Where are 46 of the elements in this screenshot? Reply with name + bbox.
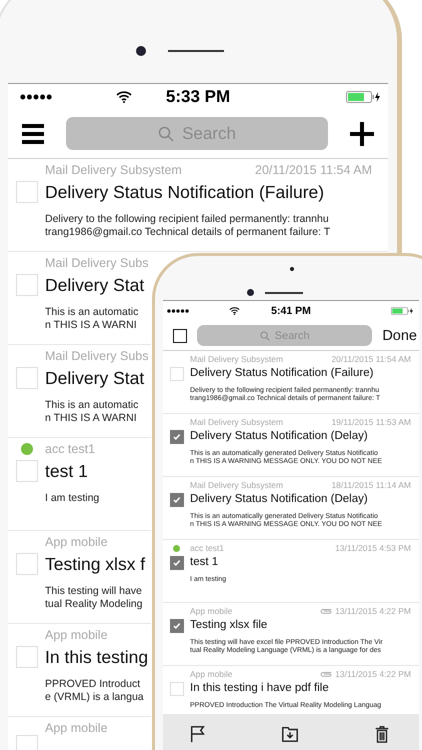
message-date: 13/11/2015 4:22 PM [335, 669, 411, 679]
sender-name: App mobile [190, 606, 233, 616]
message-subject: Delivery Stat [45, 366, 144, 390]
sender-name: Mail Delivery Subsystem [190, 354, 284, 364]
sender-name: Mail Delivery Subsystem [190, 480, 284, 490]
sender-name: Mail Delivery Subsystem [45, 162, 182, 177]
sender-name: Mail Delivery Subsystem [190, 417, 284, 427]
message-row[interactable]: acc test1 test 1 I am testing [8, 438, 151, 531]
message-subject: Delivery Status Notification (Failure) [45, 180, 324, 204]
message-subject: test 1 [190, 555, 218, 570]
message-preview: Delivery to the following recipient failed permanently: trannhu trang1986@gmail.co Technical details of permanent failure: T [45, 212, 330, 238]
status-time: 5:41 PM [271, 305, 311, 317]
message-date: 20/11/2015 11:54 AM [255, 162, 372, 177]
message-date: 18/11/2015 11:14 AM [331, 480, 411, 490]
message-subject: Testing xlsx f [45, 552, 146, 576]
sender-name: Mail Delivery Subs [45, 256, 149, 270]
sender-name: App mobile [45, 534, 108, 549]
sender-name: acc test1 [190, 543, 224, 553]
message-subject: Delivery Stat [45, 274, 144, 297]
status-time: 5:33 PM [166, 86, 230, 107]
message-date: 20/11/2015 11:54 AM [331, 354, 411, 364]
sender-name: Mail Delivery Subs [45, 348, 149, 363]
message-preview: This is an automatic n THIS IS A WARNI [45, 398, 138, 424]
message-preview: I am testing [45, 492, 100, 505]
message-preview: PPROVED Introduct e (VRML) is a langua [45, 678, 144, 704]
message-subject: In this testing [45, 646, 148, 669]
message-row[interactable]: App mobile In this testing PPROVED Introduct e (VRML) is a langua [8, 624, 151, 717]
message-preview: This testing will have tual Reality Modeling [45, 584, 142, 610]
message-date: 19/11/2015 11:53 AM [331, 417, 411, 427]
message-row[interactable]: Mail Delivery Subs Delivery Stat This is an automatic n THIS IS A WARNI [8, 344, 151, 438]
done-button[interactable]: Done [382, 328, 417, 344]
message-date: 13/11/2015 4:53 PM [335, 543, 411, 553]
sender-name: App mobile [45, 720, 108, 735]
message-row[interactable]: App mobile Testing xlsx f This testing will have tual Reality Modeling [8, 530, 151, 624]
message-subject: Delivery Status Notification (Failure) [190, 366, 374, 381]
message-subject: Testing xlsx file [190, 618, 268, 633]
sender-name: App mobile [45, 628, 108, 642]
message-subject: Delivery Status Notification (Delay) [190, 492, 368, 507]
message-preview: This is an automatic n THIS IS A WARNI [45, 306, 138, 332]
message-row[interactable]: Mail Delivery Subs Delivery Stat This is an automatic n THIS IS A WARNI [8, 252, 151, 345]
sender-name: acc test1 [45, 442, 96, 456]
message-subject: test 1 [45, 460, 88, 483]
message-subject: Delivery Status Notification (Delay) [190, 429, 368, 444]
message-date: 13/11/2015 4:22 PM [335, 606, 411, 616]
message-subject: In this testing i have pdf file [190, 681, 329, 696]
sender-name: App mobile [190, 669, 233, 679]
